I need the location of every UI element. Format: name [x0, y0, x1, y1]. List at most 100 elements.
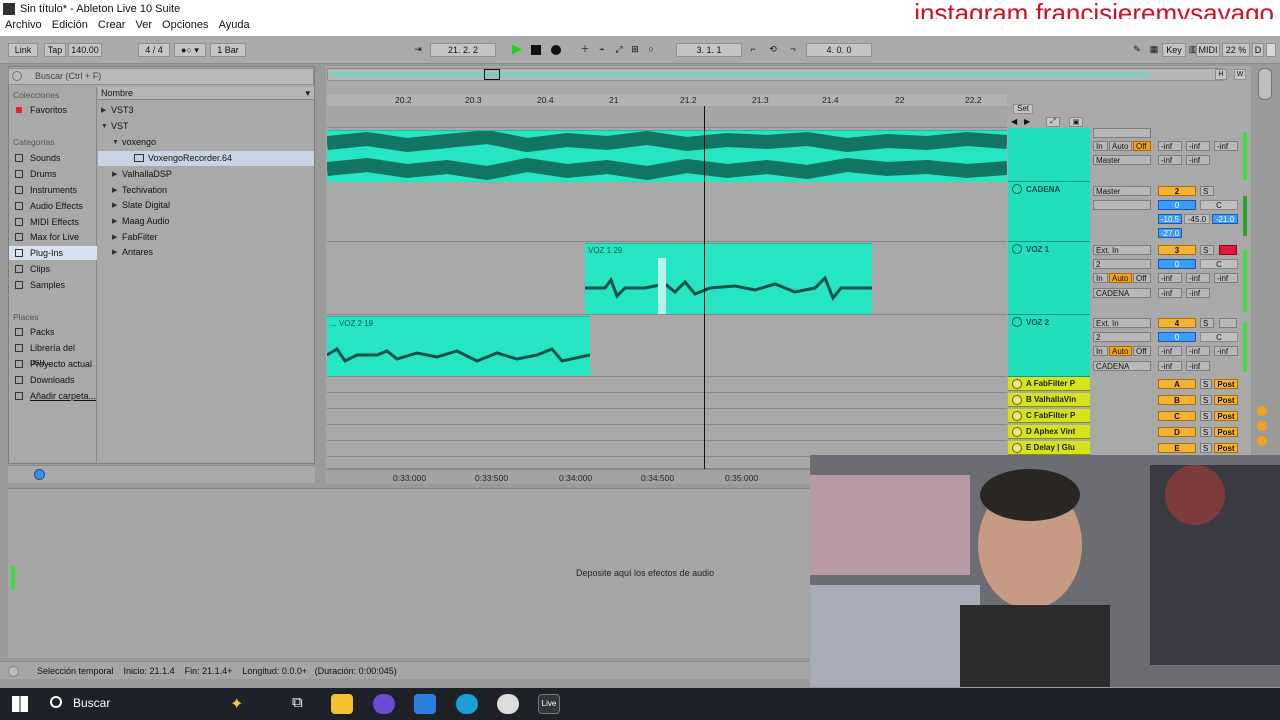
tree-item-voxengo[interactable]: ▼ voxengo: [98, 135, 314, 150]
return-activator-d[interactable]: D: [1158, 427, 1196, 437]
next-locator-icon[interactable]: ▶: [1024, 117, 1036, 127]
volume-field[interactable]: 0: [1158, 259, 1196, 269]
send-d[interactable]: -inf: [1158, 361, 1182, 371]
menu-edicion[interactable]: Edición: [52, 19, 88, 31]
punch-out-icon[interactable]: ¬: [786, 43, 800, 57]
search-input[interactable]: Buscar (Ctrl + F): [8, 68, 314, 85]
link-button[interactable]: Link: [8, 43, 38, 57]
monitor-off[interactable]: Off: [1133, 346, 1151, 356]
loop-length-field[interactable]: 4. 0. 0: [806, 43, 872, 57]
punch-in-icon[interactable]: ⌐: [746, 43, 760, 57]
send-e[interactable]: -inf: [1186, 288, 1210, 298]
sidebar-item-packs[interactable]: Packs: [9, 325, 97, 339]
send-b[interactable]: -inf: [1186, 141, 1210, 151]
input-type-select[interactable]: Ext. In: [1093, 245, 1151, 255]
pan-field[interactable]: C: [1200, 200, 1238, 210]
w-toggle[interactable]: W: [1234, 69, 1246, 80]
audio-clip-voz2[interactable]: ... VOZ 2 19: [327, 316, 590, 376]
record-arm-button[interactable]: [1219, 318, 1237, 328]
reenable-automation-icon[interactable]: ⤢: [612, 43, 626, 57]
mixer-toggle-icon[interactable]: [1257, 436, 1267, 446]
input-type-select[interactable]: Ext. In: [1093, 318, 1151, 328]
overdub-icon[interactable]: ＋: [578, 43, 592, 57]
tree-item-fabfilter[interactable]: ▶ FabFilter: [98, 230, 314, 245]
solo-button[interactable]: S: [1200, 395, 1212, 405]
output-select[interactable]: CADENA: [1093, 288, 1151, 298]
capture-icon[interactable]: ⊞: [628, 43, 642, 57]
post-button[interactable]: Post: [1214, 411, 1238, 421]
edge-icon[interactable]: [456, 694, 478, 714]
play-icon[interactable]: [1012, 395, 1022, 405]
tap-button[interactable]: Tap: [44, 43, 66, 57]
keyboard-icon[interactable]: ▦: [1147, 43, 1161, 57]
quantize-menu[interactable]: 1 Bar: [210, 43, 246, 57]
taskbar-search-icon[interactable]: [50, 696, 62, 708]
sidebar-item-favoritos[interactable]: Favoritos: [9, 103, 97, 117]
signature-field[interactable]: 4 / 4: [138, 43, 170, 57]
value-field[interactable]: -21.0: [1212, 214, 1238, 224]
overview-viewport[interactable]: [484, 69, 500, 80]
beat-time-ruler[interactable]: 20.2 20.3 20.4 21 21.2 21.3 21.4 22 22.2: [327, 94, 1007, 106]
monitor-off[interactable]: Off: [1133, 273, 1151, 283]
sidebar-item-downloads[interactable]: Downloads: [9, 373, 97, 387]
fold-icon[interactable]: [1012, 244, 1022, 254]
volume-field[interactable]: 0: [1158, 332, 1196, 342]
tree-item-vst[interactable]: ▼ VST: [98, 119, 314, 134]
returns-toggle-icon[interactable]: [1257, 421, 1267, 431]
send-d[interactable]: -inf: [1158, 155, 1182, 165]
stop-icon[interactable]: [531, 45, 541, 55]
track-activator[interactable]: 2: [1158, 186, 1196, 196]
menu-ver[interactable]: Ver: [135, 19, 152, 31]
automation-arm-icon[interactable]: ⌁: [595, 43, 609, 57]
monitor-in[interactable]: In: [1093, 273, 1108, 283]
preview-icon[interactable]: [34, 469, 45, 480]
tree-item-antares[interactable]: ▶ Antares: [98, 245, 314, 260]
monitor-auto[interactable]: Auto: [1109, 141, 1132, 151]
play-icon[interactable]: [1012, 443, 1022, 453]
return-lane-c[interactable]: [327, 409, 1007, 425]
record-arm-button[interactable]: [1219, 245, 1237, 255]
send-c[interactable]: -inf: [1214, 346, 1238, 356]
solo-button[interactable]: S: [1200, 245, 1214, 255]
post-button[interactable]: Post: [1214, 443, 1238, 453]
sidebar-item-midi-effects[interactable]: MIDI Effects: [9, 215, 97, 229]
fold-icon[interactable]: [1012, 184, 1022, 194]
arrangement-position[interactable]: 21. 2. 2: [430, 43, 496, 57]
send-e[interactable]: -inf: [1186, 361, 1210, 371]
sidebar-item-plug-ins[interactable]: Plug-Ins: [9, 246, 97, 260]
send-b[interactable]: -inf: [1186, 346, 1210, 356]
return-header-e[interactable]: E Delay | Glu: [1008, 441, 1090, 455]
return-activator-c[interactable]: C: [1158, 411, 1196, 421]
input-channel-select[interactable]: 2: [1093, 332, 1151, 342]
expand-icon[interactable]: ⤢: [1046, 117, 1060, 127]
send-a[interactable]: -inf: [1158, 346, 1182, 356]
monitor-off[interactable]: Off: [1133, 141, 1151, 151]
metronome-button[interactable]: ●○ ▾: [174, 43, 206, 57]
send-a[interactable]: -inf: [1158, 273, 1182, 283]
sidebar-item-drums[interactable]: Drums: [9, 167, 97, 181]
return-header-c[interactable]: C FabFilter P: [1008, 409, 1090, 423]
sidebar-item-audio-effects[interactable]: Audio Effects: [9, 199, 97, 213]
menu-archivo[interactable]: Archivo: [5, 19, 42, 31]
send-c[interactable]: -inf: [1214, 273, 1238, 283]
file-explorer-icon[interactable]: [331, 694, 353, 714]
return-header-a[interactable]: A FabFilter P: [1008, 377, 1090, 391]
loop-switch-icon[interactable]: ⟲: [766, 43, 780, 57]
track-header-voz2[interactable]: VOZ 2: [1008, 315, 1090, 377]
audio-clip-voz1[interactable]: VOZ 1 29: [585, 243, 872, 314]
tree-item-slate-digital[interactable]: ▶ Slate Digital: [98, 198, 314, 213]
follow-icon[interactable]: ⇥: [410, 43, 426, 57]
sidebar-item-clips[interactable]: Clips: [9, 262, 97, 276]
midi-map-button[interactable]: MIDI: [1196, 43, 1220, 57]
sidebar-item-user-library[interactable]: Librería del usu...: [9, 341, 97, 367]
volume-field[interactable]: 0: [1158, 200, 1196, 210]
solo-button[interactable]: S: [1200, 443, 1212, 453]
send-a[interactable]: -inf: [1158, 141, 1182, 151]
return-lane-a[interactable]: [327, 377, 1007, 393]
post-button[interactable]: Post: [1214, 395, 1238, 405]
return-activator-a[interactable]: A: [1158, 379, 1196, 389]
return-header-b[interactable]: B ValhallaVin: [1008, 393, 1090, 407]
track-header-voz1[interactable]: VOZ 1: [1008, 242, 1090, 315]
loop-bar[interactable]: [327, 106, 1007, 128]
input-select[interactable]: [1093, 200, 1151, 210]
